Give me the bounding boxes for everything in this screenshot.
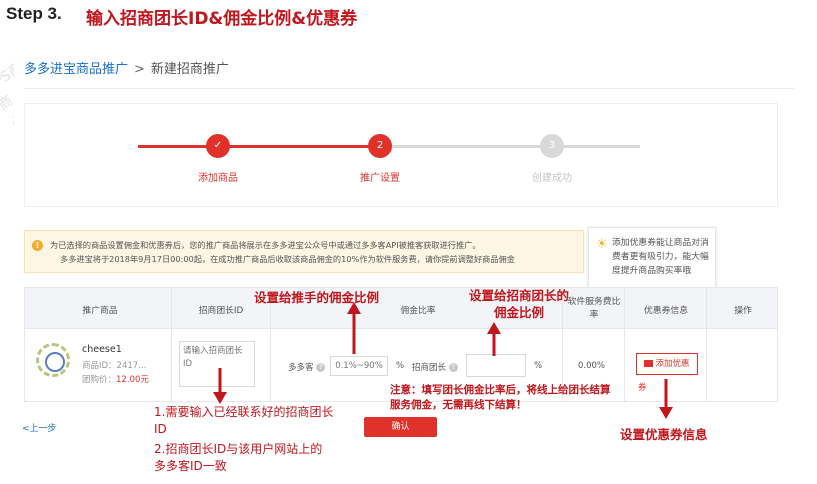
arrow-down-icon [659,379,673,419]
leader-rate-input[interactable] [466,354,526,377]
breadcrumb-current: 新建招商推广 [150,62,229,77]
percent-sign: % [534,361,543,371]
step-2-circle: 2 [368,134,392,158]
annotation-coupon: 设置优惠券信息 [620,427,708,442]
column-divider [624,287,625,402]
ddk-label-text: 多多客 [288,363,314,373]
breadcrumb: 多多进宝商品推广 > 新建招商推广 [24,58,229,77]
notice-banner [24,230,584,273]
notice-line-2: 多多进宝将于2018年9月17日00:00起，在成功推广商品后收取该商品佣金的1… [60,254,515,264]
leader-label-text: 招商团长 [412,363,447,373]
lightbulb-icon: ☀ [596,237,608,252]
product-thumbnail [36,343,70,377]
step-1-check-icon: ✓ [206,134,230,158]
step-title: 输入招商团长ID&佣金比例&优惠券 [86,9,358,29]
ddk-rate-input[interactable] [330,356,388,376]
column-divider [706,287,707,402]
step-3-label: 创建成功 [532,173,572,184]
product-name: cheese1 [82,344,122,355]
annotation-note: 注意：填写团长佣金比率后，将线上给团长结算服务佣金，无需再线下结算！ [390,383,620,413]
prev-step-link[interactable]: <上一步 [22,421,57,434]
percent-sign: % [396,361,405,371]
add-coupon-label-wrap: 券 [638,383,647,393]
note-key: 注意： [390,384,422,396]
divider [24,88,794,89]
step-1-label: 添加商品 [198,173,238,184]
breadcrumb-separator: > [134,62,145,77]
ddk-rate-label: 多多客 ? [288,361,326,373]
help-icon[interactable]: ? [316,363,326,372]
annotation-leader-rate: 设置给招商团长的佣金比例 [468,288,569,320]
step-3-circle: 3 [540,134,564,158]
note-text: 填写团长佣金比率后，将线上给团长结算服务佣金，无需再线下结算！ [390,384,611,411]
price-label: 团购价： [82,375,117,385]
annotation-requirement-1: 1.需要输入已经联系好的招商团长ID [154,405,334,436]
th-service-fee: 软件服务费比率 [567,297,621,320]
step-label: Step 3. [6,4,62,23]
th-coupon: 优惠券信息 [644,306,688,316]
arrow-up-icon [487,322,501,356]
th-commission: 佣金比率 [400,306,436,316]
breadcrumb-parent-link[interactable]: 多多进宝商品推广 [24,62,128,77]
help-icon[interactable]: ? [448,363,458,372]
step-connector-done [138,145,370,148]
price-value: 12.00元 [116,375,149,385]
service-fee-rate: 0.00% [578,361,606,371]
product-price: 团购价：12.00元 [82,373,149,385]
arrow-up-icon [347,302,361,354]
coupon-icon [644,360,654,367]
step-connector-pending [390,145,640,148]
warning-icon: ! [32,240,43,251]
th-leader-id: 招商团长ID [198,306,244,316]
product-id: 商品ID：2417... [82,361,147,371]
leader-rate-label: 招商团长 ? [412,361,458,373]
arrow-down-icon [213,368,227,404]
steps-panel [24,103,778,207]
th-product: 推广商品 [82,306,118,316]
tooltip-text: 添加优惠券能让商品对消费者更有吸引力，能大幅度提升商品购买率哦 [612,238,709,276]
column-divider [171,287,172,402]
notice-line-1: 为已选择的商品设置佣金和优惠券后，您的推广商品将展示在多多进宝公众号中或通过多多… [50,240,481,250]
step-2-label: 推广设置 [360,173,400,184]
annotation-requirement-2: 2.招商团长ID与该用户网站上的多多客ID一致 [154,442,323,473]
add-coupon-button[interactable]: 添加优惠 [636,353,698,375]
th-ops: 操作 [734,306,752,316]
confirm-button[interactable]: 确认 [364,417,437,437]
add-coupon-label: 添加优惠 [655,359,690,369]
